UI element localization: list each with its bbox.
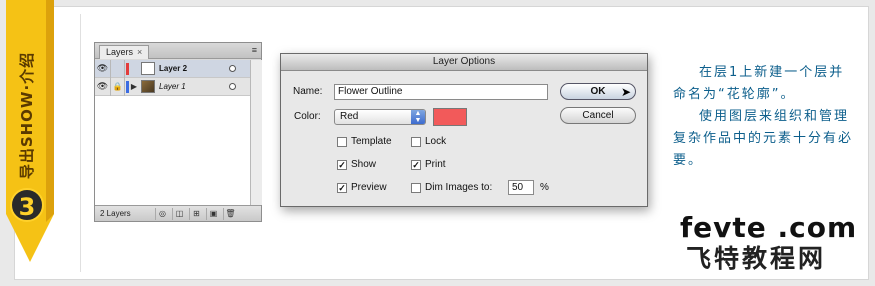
visibility-eye-icon[interactable]: 👁 (95, 77, 111, 96)
layers-scrollbar[interactable] (250, 60, 262, 205)
preview-check-box[interactable]: ✓ (337, 182, 347, 193)
locate-object-icon[interactable]: ◎ (155, 207, 169, 220)
close-icon[interactable]: × (137, 47, 142, 57)
step-number-badge: 3 (10, 188, 44, 222)
layers-panel: Layers × ≡ 👁 Layer 2 👁 🔒 ▶ Layer 1 2 Laye… (94, 42, 262, 222)
color-select[interactable]: Red ▲ ▼ (334, 109, 426, 125)
tab-layers-label: Layers (106, 47, 134, 57)
lock-check-box[interactable] (411, 136, 421, 147)
tab-layers[interactable]: Layers × (99, 45, 150, 59)
layers-panel-header: Layers × ≡ (95, 43, 261, 59)
layer-row-layer-1[interactable]: 👁 🔒 ▶ Layer 1 (95, 77, 250, 96)
dim-percent-field[interactable]: 50 (508, 180, 534, 195)
template-label: Template (351, 136, 392, 147)
lock-icon[interactable]: 🔒 (111, 77, 125, 96)
target-circle-icon[interactable] (229, 83, 236, 90)
visibility-eye-icon[interactable]: 👁 (95, 59, 111, 78)
color-label: Color: (294, 111, 321, 122)
layers-panel-footer: 2 Layers ◎ ◫ ⊞ ▣ 🗑 (95, 205, 261, 221)
percent-sign: % (540, 182, 549, 193)
layer-thumbnail (141, 62, 155, 75)
template-check-box[interactable] (337, 136, 347, 147)
dim-label: Dim Images to: (425, 182, 493, 193)
clipping-mask-icon[interactable]: ◫ (172, 207, 186, 220)
print-checkbox[interactable]: ✓ Print (411, 159, 446, 170)
show-checkbox[interactable]: ✓ Show (337, 159, 376, 170)
color-select-value: Red (340, 111, 359, 122)
expand-triangle-icon[interactable]: ▶ (129, 82, 139, 91)
layer-options-dialog: Layer Options Name: Flower Outline Color… (280, 53, 648, 207)
delete-icon[interactable]: 🗑 (223, 207, 237, 220)
select-arrows-icon: ▲ ▼ (411, 110, 425, 124)
color-swatch[interactable] (433, 108, 467, 126)
lock-checkbox[interactable]: Lock (411, 136, 446, 147)
divider (80, 14, 81, 272)
brand-logo-latin: fevte .com (680, 211, 858, 244)
layer-thumbnail (141, 80, 155, 93)
layer-color-chip (126, 62, 129, 75)
cancel-button[interactable]: Cancel (560, 107, 636, 124)
description-paragraph-1: 在层1上新建一个层并命名为“花轮廓”。 (673, 65, 845, 102)
ribbon-label: 导出SHOW·介绍 (18, 51, 37, 179)
panel-menu-icon[interactable]: ≡ (252, 45, 257, 55)
lock-toggle[interactable] (111, 59, 125, 78)
new-sublayer-icon[interactable]: ⊞ (189, 207, 203, 220)
preview-checkbox[interactable]: ✓ Preview (337, 182, 387, 193)
show-check-box[interactable]: ✓ (337, 159, 347, 170)
lock-label: Lock (425, 136, 447, 147)
new-layer-icon[interactable]: ▣ (206, 207, 220, 220)
template-checkbox[interactable]: Template (337, 136, 392, 147)
layers-list: 👁 Layer 2 👁 🔒 ▶ Layer 1 (95, 59, 250, 205)
name-label: Name: (293, 86, 323, 97)
layer-count: 2 Layers (100, 209, 131, 218)
dim-check-box[interactable] (411, 182, 421, 193)
preview-label: Preview (351, 182, 387, 193)
target-circle-icon[interactable] (229, 65, 236, 72)
description-text: 在层1上新建一个层并命名为“花轮廓”。 使用图层来组织和管理复杂作品中的元素十分… (673, 62, 855, 172)
name-field[interactable]: Flower Outline (334, 84, 548, 100)
print-check-box[interactable]: ✓ (411, 159, 421, 170)
print-label: Print (425, 159, 446, 170)
layer-name: Layer 1 (159, 82, 186, 91)
description-paragraph-2: 使用图层来组织和管理复杂作品中的元素十分有必要。 (673, 109, 854, 168)
ribbon-label-wrap: 导出SHOW·介绍 (4, 40, 50, 190)
dialog-title: Layer Options (281, 54, 647, 71)
mouse-cursor-icon: ➤ (621, 85, 632, 99)
dim-images-checkbox[interactable]: Dim Images to: (411, 182, 492, 193)
layer-name: Layer 2 (159, 64, 188, 73)
layer-row-layer-2[interactable]: 👁 Layer 2 (95, 59, 250, 78)
brand-logo-chinese: 飞特教程网 (686, 244, 827, 273)
show-label: Show (351, 159, 377, 170)
